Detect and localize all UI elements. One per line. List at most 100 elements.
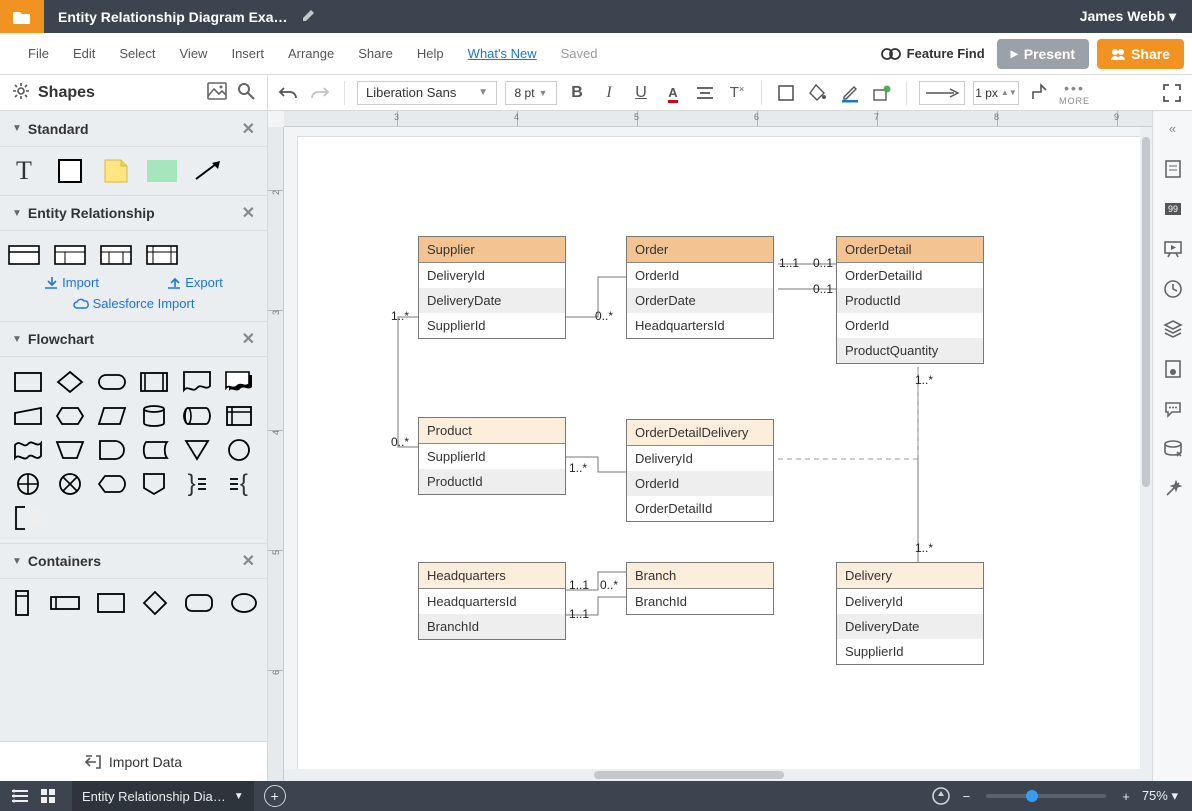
fc-directdata[interactable]	[183, 405, 211, 427]
bold-icon[interactable]: B	[565, 81, 589, 105]
fc-delay[interactable]	[98, 439, 126, 461]
text-shape[interactable]: T	[10, 157, 38, 185]
font-size-select[interactable]: 8 pt ▼	[505, 81, 557, 105]
align-icon[interactable]	[693, 81, 717, 105]
image-icon[interactable]	[207, 82, 227, 103]
canvas[interactable]: 3 4 5 6 7 8 9 2 3 4 5 6	[268, 111, 1152, 781]
er-table-shape-4[interactable]	[148, 241, 176, 269]
section-standard[interactable]: ▼Standard✕	[0, 111, 267, 147]
menu-share[interactable]: Share	[346, 46, 405, 61]
section-containers[interactable]: ▼Containers✕	[0, 543, 267, 579]
fc-display[interactable]	[98, 473, 126, 495]
history-icon[interactable]	[1163, 279, 1183, 299]
collapse-icon[interactable]: «	[1169, 117, 1176, 139]
fc-predef[interactable]	[140, 371, 168, 393]
menu-view[interactable]: View	[168, 46, 220, 61]
er-import-link[interactable]: Import	[44, 275, 99, 290]
masterpage-icon[interactable]	[1163, 359, 1183, 379]
search-icon[interactable]	[237, 82, 255, 103]
present-button[interactable]: ▸ Present	[997, 39, 1089, 69]
clear-format-icon[interactable]: T×	[725, 81, 749, 105]
shape-swap-icon[interactable]	[870, 81, 894, 105]
fc-sumjunction[interactable]	[56, 473, 84, 495]
magic-icon[interactable]	[1163, 479, 1183, 499]
entity-hq[interactable]: Headquarters HeadquartersId BranchId	[418, 562, 566, 640]
presentation-icon[interactable]	[1163, 239, 1183, 259]
font-family-select[interactable]: Liberation Sans▼	[357, 81, 497, 105]
menu-select[interactable]: Select	[107, 46, 167, 61]
container-circle[interactable]	[231, 589, 257, 617]
entity-orderdetail[interactable]: OrderDetail OrderDetailId ProductId Orde…	[836, 236, 984, 364]
menu-help[interactable]: Help	[405, 46, 456, 61]
import-data-button[interactable]: Import Data	[0, 741, 267, 781]
fc-document[interactable]	[183, 371, 211, 393]
italic-icon[interactable]: I	[597, 81, 621, 105]
container-rounded[interactable]	[185, 589, 213, 617]
fullscreen-icon[interactable]	[1160, 81, 1184, 105]
canvas-h-scrollbar[interactable]	[284, 769, 1152, 781]
connector-icon[interactable]	[1027, 81, 1051, 105]
page-tab[interactable]: Entity Relationship Dia… ▼	[72, 781, 254, 811]
redo-icon[interactable]	[308, 81, 332, 105]
font-color-icon[interactable]: A	[661, 81, 685, 105]
feature-find[interactable]: Feature Find	[881, 46, 985, 61]
add-page-button[interactable]: +	[264, 785, 286, 807]
entity-product[interactable]: Product SupplierId ProductId	[418, 417, 566, 495]
fc-prep[interactable]	[56, 405, 84, 427]
fc-multidoc[interactable]	[225, 371, 253, 393]
undo-icon[interactable]	[276, 81, 300, 105]
folder-icon[interactable]	[0, 0, 44, 33]
zoom-slider[interactable]	[986, 794, 1106, 798]
close-icon[interactable]: ✕	[242, 119, 255, 139]
document-title[interactable]: Entity Relationship Diagram Exa…	[44, 9, 302, 25]
line-color-icon[interactable]	[838, 81, 862, 105]
page-thumb-icon[interactable]	[1163, 159, 1183, 179]
swimlane-h[interactable]	[51, 589, 79, 617]
more-button[interactable]: •••MORE	[1059, 80, 1090, 106]
er-table-shape-1[interactable]	[10, 241, 38, 269]
entity-odd[interactable]: OrderDetailDelivery DeliveryId OrderId O…	[626, 419, 774, 522]
user-menu[interactable]: James Webb ▾	[1064, 8, 1192, 25]
er-export-link[interactable]: Export	[167, 275, 223, 290]
menu-arrange[interactable]: Arrange	[276, 46, 346, 61]
fc-decision[interactable]	[56, 371, 84, 393]
fc-bracket-r[interactable]: }	[183, 473, 211, 495]
line-shape[interactable]	[194, 157, 222, 185]
autoscroll-icon[interactable]	[929, 784, 953, 808]
fc-merge[interactable]	[183, 439, 211, 461]
er-table-shape-3[interactable]	[102, 241, 130, 269]
menu-file[interactable]: File	[16, 46, 61, 61]
underline-icon[interactable]: U	[629, 81, 653, 105]
close-icon[interactable]: ✕	[242, 203, 255, 223]
stroke-width-select[interactable]: 1 px ▲▼	[973, 81, 1019, 105]
zoom-out-button[interactable]: −	[963, 789, 971, 804]
paper[interactable]: Supplier DeliveryId DeliveryDate Supplie…	[298, 137, 1142, 769]
fc-internalstorage[interactable]	[225, 405, 253, 427]
fc-note[interactable]	[14, 507, 42, 529]
zoom-level[interactable]: 75% ▾	[1142, 788, 1178, 804]
container-diamond[interactable]	[143, 589, 167, 617]
close-icon[interactable]: ✕	[242, 329, 255, 349]
block-shape[interactable]	[56, 157, 84, 185]
canvas-v-scrollbar[interactable]	[1140, 127, 1152, 769]
fc-or[interactable]	[14, 473, 42, 495]
grid-view-icon[interactable]	[36, 784, 60, 808]
section-flowchart[interactable]: ▼Flowchart✕	[0, 321, 267, 357]
menu-insert[interactable]: Insert	[219, 46, 276, 61]
entity-supplier[interactable]: Supplier DeliveryId DeliveryDate Supplie…	[418, 236, 566, 339]
chat-icon[interactable]	[1163, 399, 1183, 419]
edit-title-icon[interactable]	[302, 8, 316, 25]
entity-delivery[interactable]: Delivery DeliveryId DeliveryDate Supplie…	[836, 562, 984, 665]
fc-papertape[interactable]	[14, 439, 42, 461]
fc-offpage[interactable]	[140, 473, 168, 495]
fc-data[interactable]	[98, 405, 126, 427]
fc-process[interactable]	[14, 371, 42, 393]
entity-order[interactable]: Order OrderId OrderDate HeadquartersId	[626, 236, 774, 339]
menu-edit[interactable]: Edit	[61, 46, 107, 61]
layers-icon[interactable]	[1163, 319, 1183, 339]
close-icon[interactable]: ✕	[242, 551, 255, 571]
hotspot-shape[interactable]	[148, 157, 176, 185]
line-style-select[interactable]	[919, 81, 965, 105]
fc-connector[interactable]	[225, 439, 253, 461]
shape-fill-icon[interactable]	[774, 81, 798, 105]
